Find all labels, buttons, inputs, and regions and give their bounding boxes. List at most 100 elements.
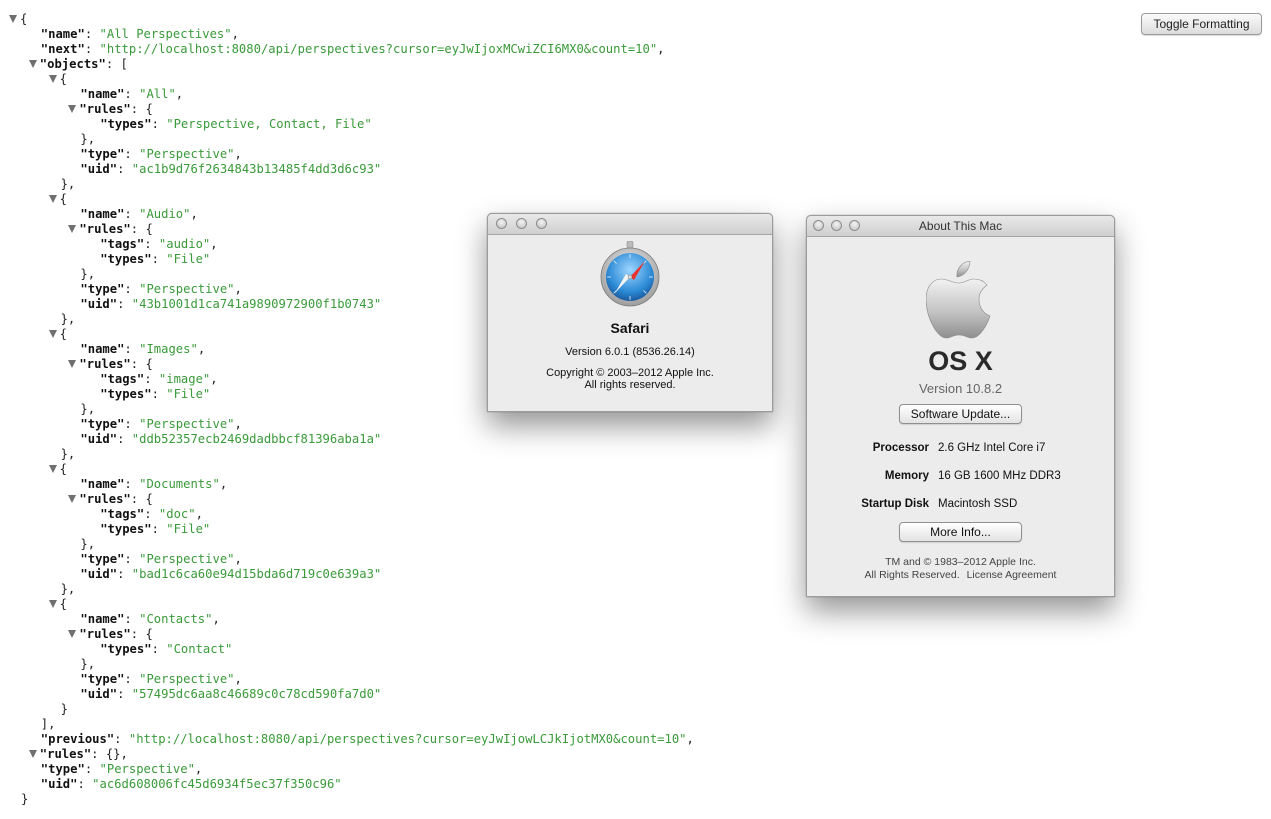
json-key: "tags" bbox=[100, 237, 145, 251]
json-punctuation: }, bbox=[60, 177, 76, 191]
json-key: "uid" bbox=[80, 432, 118, 446]
json-line[interactable]: { bbox=[48, 72, 67, 87]
spec-value: 16 GB 1600 MHz DDR3 bbox=[938, 470, 1061, 482]
os-version: Version 10.8.2 bbox=[918, 381, 1003, 396]
json-key: "name" bbox=[80, 477, 125, 491]
json-punctuation: , bbox=[657, 42, 665, 56]
json-line[interactable]: "rules": { bbox=[68, 357, 153, 372]
collapse-toggle-icon[interactable] bbox=[68, 105, 77, 113]
json-key: "tags" bbox=[100, 507, 145, 521]
json-key: "next" bbox=[40, 42, 85, 56]
json-line[interactable]: "rules": { bbox=[68, 222, 153, 237]
json-punctuation: { bbox=[59, 597, 67, 611]
json-line[interactable]: "rules": { bbox=[68, 627, 153, 642]
json-punctuation: , bbox=[234, 552, 242, 566]
json-punctuation: }, bbox=[80, 537, 96, 551]
json-line[interactable]: "rules": {}, bbox=[28, 747, 128, 762]
collapse-toggle-icon[interactable] bbox=[68, 225, 77, 233]
collapse-toggle-icon[interactable] bbox=[28, 750, 37, 758]
json-line: "tags": "image", bbox=[100, 372, 217, 387]
json-key: "rules" bbox=[79, 627, 131, 641]
json-key: "type" bbox=[80, 552, 125, 566]
about-this-mac-window: About This Mac OS X Version 10.8.2 Softw… bbox=[806, 215, 1115, 597]
more-info-button[interactable]: More Info... bbox=[899, 522, 1022, 542]
json-punctuation: : bbox=[117, 297, 132, 311]
collapse-toggle-icon[interactable] bbox=[48, 465, 57, 473]
zoom-window-button[interactable] bbox=[536, 218, 547, 229]
spec-label: Startup Disk bbox=[861, 498, 929, 510]
collapse-toggle-icon[interactable] bbox=[48, 330, 57, 338]
json-punctuation: : bbox=[124, 552, 140, 566]
json-line[interactable]: "objects": [ bbox=[28, 57, 128, 72]
json-key: "name" bbox=[80, 87, 125, 101]
json-line: "name": "Documents", bbox=[80, 477, 227, 492]
json-string-value: "Perspective" bbox=[99, 762, 195, 776]
collapse-toggle-icon[interactable] bbox=[48, 600, 57, 608]
minimize-window-button[interactable] bbox=[516, 218, 527, 229]
json-punctuation: , bbox=[686, 732, 694, 746]
about-this-mac-titlebar[interactable]: About This Mac bbox=[807, 216, 1114, 237]
json-punctuation: : bbox=[84, 42, 100, 56]
json-line: "name": "All Perspectives", bbox=[41, 27, 239, 42]
json-punctuation: : bbox=[114, 732, 129, 746]
json-string-value: "Perspective" bbox=[139, 147, 235, 161]
json-line[interactable]: "rules": { bbox=[68, 102, 153, 117]
collapse-toggle-icon[interactable] bbox=[68, 360, 77, 368]
safari-rights: All rights reserved. bbox=[584, 379, 676, 391]
json-punctuation: : bbox=[84, 27, 100, 41]
json-line[interactable]: { bbox=[9, 12, 27, 27]
collapse-toggle-icon[interactable] bbox=[68, 630, 77, 638]
json-line: ], bbox=[41, 717, 56, 732]
json-line[interactable]: "rules": { bbox=[68, 492, 153, 507]
json-punctuation: : bbox=[117, 567, 132, 581]
json-line: "type": "Perspective", bbox=[41, 762, 202, 777]
json-punctuation: : bbox=[117, 432, 132, 446]
json-key: "uid" bbox=[40, 777, 78, 791]
json-string-value: "Documents" bbox=[139, 477, 220, 491]
json-key: "type" bbox=[80, 147, 125, 161]
json-punctuation: , bbox=[234, 282, 242, 296]
json-punctuation: , bbox=[175, 87, 184, 101]
close-window-button[interactable] bbox=[496, 218, 507, 229]
json-punctuation: , bbox=[210, 237, 218, 251]
json-line[interactable]: { bbox=[48, 192, 67, 207]
json-punctuation: } bbox=[21, 792, 29, 806]
json-punctuation: : bbox=[151, 252, 167, 266]
safari-app-name: Safari bbox=[610, 320, 650, 336]
json-punctuation: }, bbox=[80, 657, 96, 671]
json-line[interactable]: { bbox=[48, 462, 67, 477]
json-string-value: "File" bbox=[166, 387, 211, 401]
json-key: "tags" bbox=[100, 372, 145, 386]
json-key: "objects" bbox=[39, 57, 106, 71]
json-line: } bbox=[61, 702, 68, 717]
software-update-button[interactable]: Software Update... bbox=[899, 404, 1022, 424]
json-punctuation: , bbox=[197, 342, 206, 356]
collapse-toggle-icon[interactable] bbox=[9, 15, 17, 23]
json-punctuation: , bbox=[234, 417, 242, 431]
toggle-formatting-button[interactable]: Toggle Formatting bbox=[1141, 13, 1262, 35]
json-punctuation: }, bbox=[80, 402, 96, 416]
json-line[interactable]: { bbox=[48, 327, 67, 342]
json-punctuation: : bbox=[124, 477, 140, 491]
json-key: "uid" bbox=[80, 297, 118, 311]
safari-about-titlebar[interactable] bbox=[488, 214, 772, 235]
collapse-toggle-icon[interactable] bbox=[48, 75, 57, 83]
collapse-toggle-icon[interactable] bbox=[48, 195, 57, 203]
json-key: "rules" bbox=[79, 357, 131, 371]
json-key: "name" bbox=[80, 612, 125, 626]
json-punctuation: : bbox=[84, 762, 100, 776]
json-line[interactable]: { bbox=[48, 597, 67, 612]
json-line: "type": "Perspective", bbox=[80, 147, 241, 162]
json-punctuation: : bbox=[124, 672, 140, 686]
json-line: }, bbox=[61, 312, 76, 327]
json-punctuation: : bbox=[144, 372, 159, 386]
json-line: "name": "Images", bbox=[80, 342, 205, 357]
json-punctuation: : bbox=[124, 417, 140, 431]
collapse-toggle-icon[interactable] bbox=[28, 60, 37, 68]
collapse-toggle-icon[interactable] bbox=[68, 495, 77, 503]
json-punctuation: }, bbox=[80, 132, 96, 146]
json-line: "type": "Perspective", bbox=[80, 672, 241, 687]
json-string-value: "Contact" bbox=[166, 642, 233, 656]
json-line: "uid": "43b1001d1ca741a9890972900f1b0743… bbox=[80, 297, 381, 312]
license-agreement-link[interactable]: License Agreement bbox=[967, 569, 1057, 581]
